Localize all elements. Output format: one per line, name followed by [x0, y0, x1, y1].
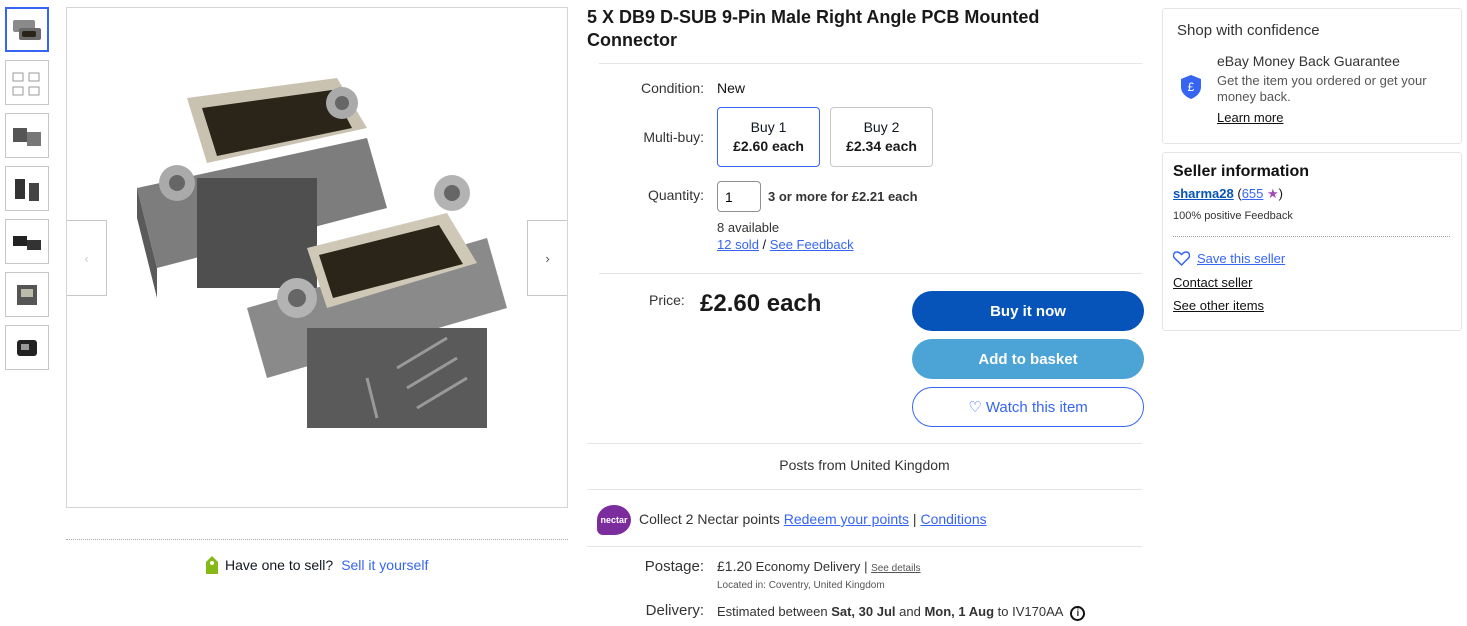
divider — [599, 63, 1142, 64]
tag-icon — [206, 556, 218, 574]
learn-more-link[interactable]: Learn more — [1217, 110, 1283, 125]
buy-it-now-button[interactable]: Buy it now — [912, 291, 1144, 331]
divider — [587, 443, 1142, 444]
seller-title: Seller information — [1173, 163, 1310, 180]
available-count: 8 available — [717, 220, 780, 235]
delivery-label: Delivery: — [645, 602, 704, 619]
conditions-link[interactable]: Conditions — [920, 511, 986, 527]
delivery-to-word: to — [997, 604, 1009, 619]
price-value: £2.60 each — [700, 290, 822, 317]
delivery-and: and — [899, 604, 921, 619]
watch-item-button[interactable]: ♡ Watch this item — [912, 387, 1144, 427]
seller-name-link[interactable]: sharma28 — [1173, 186, 1234, 201]
thumbnail[interactable] — [5, 325, 49, 370]
thumbnail[interactable] — [5, 166, 49, 211]
posts-from: Posts from United Kingdom — [779, 457, 950, 473]
seller-name-row: sharma28 (655 ★) — [1173, 186, 1283, 202]
delivery-to-date: Mon, 1 Aug — [924, 604, 995, 619]
nectar-separator: | — [912, 511, 917, 527]
sold-separator: / — [762, 237, 767, 252]
multibuy-price: £2.34 each — [846, 138, 917, 154]
guarantee-title: eBay Money Back Guarantee — [1217, 53, 1400, 69]
main-product-image[interactable]: ‹ › — [66, 7, 568, 508]
save-seller-link[interactable]: Save this seller — [1197, 251, 1285, 266]
see-other-items-link[interactable]: See other items — [1173, 298, 1264, 313]
save-seller-row[interactable]: Save this seller — [1173, 251, 1285, 266]
divider — [587, 546, 1142, 547]
multibuy-qty: Buy 2 — [863, 119, 900, 135]
thumbnail[interactable] — [5, 113, 49, 158]
score-close: ) — [1278, 186, 1284, 201]
info-icon[interactable]: i — [1070, 606, 1086, 621]
thumbnail-strip — [5, 7, 51, 378]
nectar-collect: Collect 2 Nectar points — [639, 511, 780, 527]
see-details-link[interactable]: See details — [871, 563, 920, 574]
condition-label: Condition: — [640, 80, 704, 96]
divider — [1173, 236, 1450, 237]
svg-text:£: £ — [1188, 80, 1195, 94]
divider — [66, 539, 568, 540]
sell-it-yourself-link[interactable]: Sell it yourself — [341, 557, 428, 573]
shield-icon: £ — [1181, 75, 1201, 99]
delivery-from: Sat, 30 Jul — [831, 604, 896, 619]
prev-image-button[interactable]: ‹ — [67, 220, 107, 296]
postage-price: £1.20 — [717, 558, 753, 574]
delivery-postcode: IV170AA — [1012, 604, 1063, 619]
thumbnail[interactable] — [5, 60, 49, 105]
postage-service: Economy Delivery — [755, 559, 861, 574]
nectar-row: Collect 2 Nectar points Redeem your poin… — [639, 511, 987, 527]
postage-separator: | — [864, 559, 868, 574]
quantity-input[interactable] — [717, 181, 761, 212]
redeem-points-link[interactable]: Redeem your points — [784, 511, 909, 527]
multibuy-option-1[interactable]: Buy 1 £2.60 each — [717, 107, 820, 167]
thumbnail[interactable] — [5, 7, 49, 52]
confidence-title: Shop with confidence — [1177, 22, 1320, 39]
multibuy-label: Multi-buy: — [643, 129, 704, 145]
star-icon: ★ — [1267, 186, 1279, 201]
heart-icon — [1173, 251, 1190, 266]
multibuy-option-2[interactable]: Buy 2 £2.34 each — [830, 107, 933, 167]
thumbnail[interactable] — [5, 272, 49, 317]
positive-feedback: 100% positive Feedback — [1173, 210, 1293, 222]
guarantee-text: Get the item you ordered or get your mon… — [1217, 73, 1427, 104]
nectar-logo: nectar — [597, 505, 631, 535]
quantity-offer: 3 or more for £2.21 each — [768, 189, 918, 204]
thumbnail[interactable] — [5, 219, 49, 264]
add-to-basket-button[interactable]: Add to basket — [912, 339, 1144, 379]
quantity-label: Quantity: — [647, 187, 704, 203]
postage-row: £1.20 Economy Delivery | See details — [717, 558, 921, 574]
feedback-score-link[interactable]: 655 — [1242, 186, 1264, 201]
delivery-row: Estimated between Sat, 30 Jul and Mon, 1… — [717, 604, 1086, 621]
sold-row: 12 sold / See Feedback — [717, 237, 854, 252]
see-feedback-link[interactable]: See Feedback — [770, 237, 854, 252]
delivery-prefix: Estimated between — [717, 604, 828, 619]
sell-question: Have one to sell? — [225, 557, 334, 573]
multibuy-price: £2.60 each — [733, 138, 804, 154]
connector-image — [137, 78, 507, 428]
next-image-button[interactable]: › — [527, 220, 567, 296]
multibuy-qty: Buy 1 — [750, 119, 787, 135]
sold-count-link[interactable]: 12 sold — [717, 237, 759, 252]
divider — [587, 489, 1142, 490]
postage-location: Located in: Coventry, United Kingdom — [717, 580, 885, 591]
postage-label: Postage: — [644, 558, 704, 575]
sell-prompt: Have one to sell? Sell it yourself — [205, 555, 428, 575]
divider — [599, 273, 1142, 274]
contact-seller-link[interactable]: Contact seller — [1173, 275, 1252, 290]
price-label: Price: — [649, 292, 685, 308]
page-title: 5 X DB9 D-SUB 9-Pin Male Right Angle PCB… — [587, 7, 1040, 50]
condition-value: New — [717, 80, 746, 96]
